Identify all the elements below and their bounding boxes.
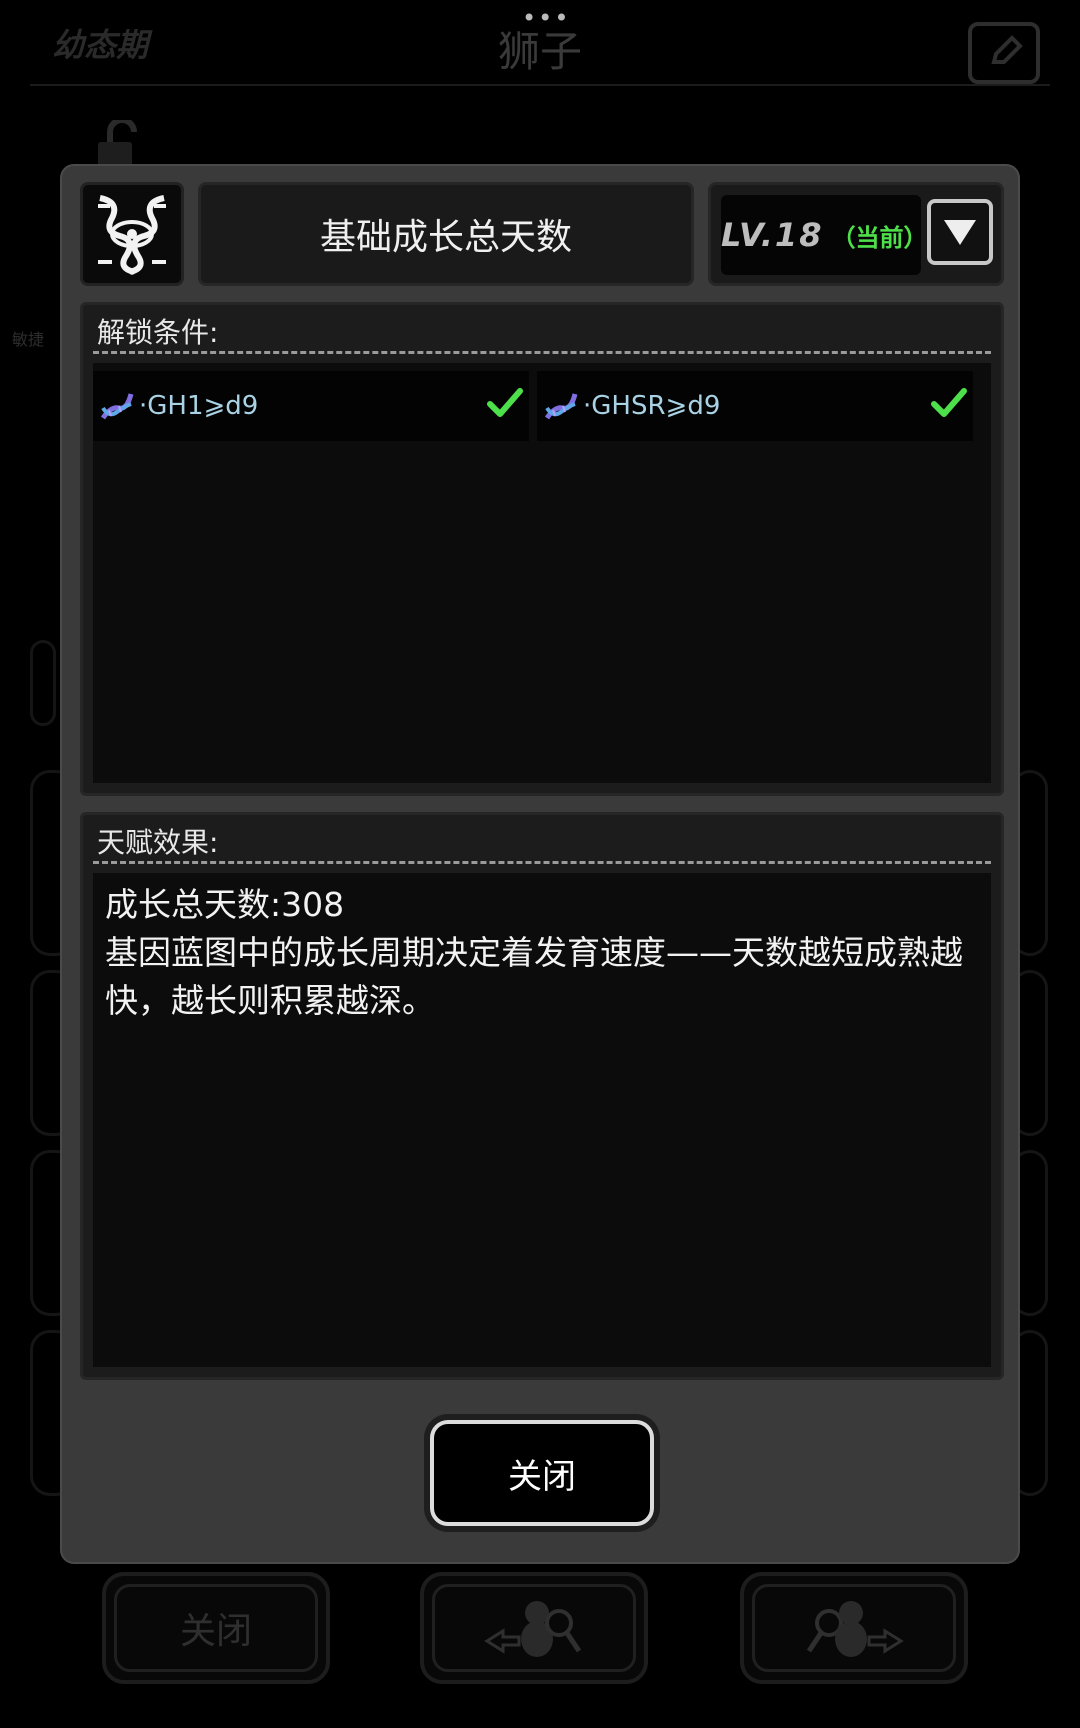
level-dropdown-button[interactable] [927,199,993,265]
edit-button[interactable] [968,22,1040,84]
background-next-animal-button [740,1572,968,1684]
edit-icon [991,35,1023,64]
agility-label: 敏捷 [12,330,45,349]
unlock-conditions-panel: 解锁条件: ·GH1⩾d9 ·GHSR⩾d9 [80,302,1004,796]
background-frame [30,640,56,726]
talent-title: 基础成长总天数 [198,182,694,286]
condition-item: ·GH1⩾d9 [93,371,529,441]
level-selector: LV.18 （当前） [708,182,1004,286]
divider [93,861,991,864]
condition-text: ·GHSR⩾d9 [583,391,721,421]
triangle-down-icon [944,220,976,245]
talent-detail-dialog: 基础成长总天数 LV.18 （当前） 解锁条件: ·GH1⩾d9 ·GHSR⩾d… [60,164,1020,1564]
talent-icon-frame [80,182,184,286]
talent-effect-text: 成长总天数:308 基因蓝图中的成长周期决定着发育速度——天数越短成熟越快，越长… [105,881,977,1025]
check-icon [931,388,967,417]
effect-line: 成长总天数:308 [105,885,345,924]
talent-effect-body: 成长总天数:308 基因蓝图中的成长周期决定着发育速度——天数越短成熟越快，越长… [93,873,991,1367]
check-icon [487,388,523,417]
background-close-button: 关闭 [102,1572,330,1684]
talent-effect-label: 天赋效果: [97,826,219,859]
condition-text: ·GH1⩾d9 [139,391,259,421]
background-prev-animal-button [420,1572,648,1684]
close-button[interactable]: 关闭 [430,1420,654,1526]
current-level-tag: （当前） [831,223,928,252]
close-button-frame: 关闭 [424,1414,660,1532]
talent-effect-panel: 天赋效果: 成长总天数:308 基因蓝图中的成长周期决定着发育速度——天数越短成… [80,812,1004,1380]
more-dots-icon[interactable]: ••• [522,6,570,30]
unlock-icon [98,120,137,168]
gene-icon [544,393,578,420]
condition-item: ·GHSR⩾d9 [537,371,973,441]
gene-icon [100,393,134,420]
level-display: LV.18 （当前） [721,195,928,275]
unlock-conditions-list: ·GH1⩾d9 ·GHSR⩾d9 [93,363,991,783]
divider [93,351,991,354]
unlock-conditions-label: 解锁条件: [97,316,219,349]
previous-animal-icon [484,1601,582,1657]
next-animal-icon [806,1601,904,1657]
background-close-label: 关闭 [114,1584,318,1672]
effect-line: 基因蓝图中的成长周期决定着发育速度——天数越短成熟越快，越长则积累越深。 [105,933,963,1020]
level-value: LV.18 [721,216,824,254]
dna-talent-icon [92,194,172,275]
